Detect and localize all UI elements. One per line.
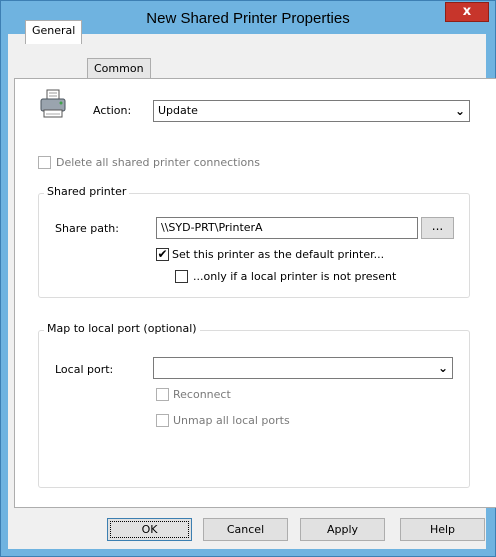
- map-local-port-group: [38, 330, 470, 488]
- set-default-label: Set this printer as the default printer.…: [172, 248, 385, 261]
- reconnect-checkbox[interactable]: [156, 388, 169, 401]
- delete-all-label: Delete all shared printer connections: [56, 156, 260, 169]
- printer-icon: [38, 88, 68, 120]
- delete-all-checkbox[interactable]: [38, 156, 51, 169]
- apply-button[interactable]: Apply: [300, 518, 385, 541]
- set-default-checkbox[interactable]: ✔: [156, 248, 169, 261]
- tab-general[interactable]: General: [25, 20, 83, 44]
- help-button[interactable]: Help: [400, 518, 485, 541]
- share-path-input[interactable]: \\SYD-PRT\PrinterA: [156, 217, 418, 239]
- unmap-label: Unmap all local ports: [173, 414, 290, 427]
- tab-common[interactable]: Common: [87, 58, 151, 80]
- close-button[interactable]: x: [445, 2, 489, 22]
- action-value: Update: [158, 104, 198, 117]
- local-port-dropdown[interactable]: ⌄: [153, 357, 453, 379]
- chevron-down-icon: ⌄: [454, 104, 465, 118]
- ok-button[interactable]: OK: [107, 518, 192, 541]
- shared-printer-group-title: Shared printer: [44, 185, 130, 198]
- share-path-label: Share path:: [55, 222, 119, 235]
- action-label: Action:: [93, 104, 132, 117]
- local-port-label: Local port:: [55, 363, 114, 376]
- only-if-checkbox[interactable]: [175, 270, 188, 283]
- chevron-down-icon: ⌄: [437, 361, 448, 375]
- checkmark-icon: ✔: [157, 247, 168, 261]
- action-dropdown[interactable]: Update ⌄: [153, 100, 470, 122]
- browse-button[interactable]: ...: [421, 217, 454, 239]
- unmap-checkbox[interactable]: [156, 414, 169, 427]
- map-local-port-group-title: Map to local port (optional): [44, 322, 200, 335]
- only-if-label: ...only if a local printer is not presen…: [193, 270, 397, 283]
- reconnect-label: Reconnect: [173, 388, 231, 401]
- cancel-button[interactable]: Cancel: [203, 518, 288, 541]
